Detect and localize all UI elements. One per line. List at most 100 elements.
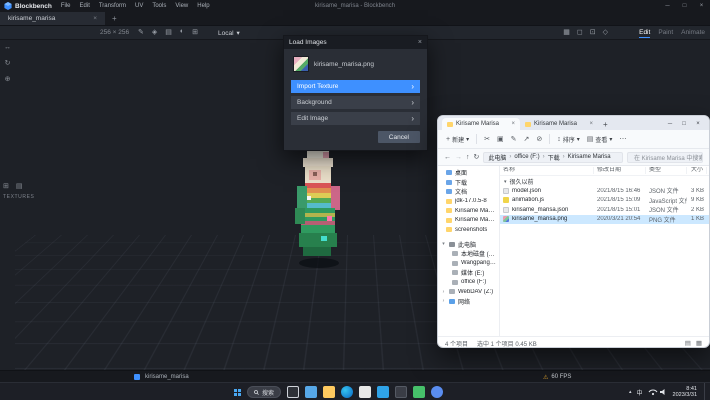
mode-tab-animate[interactable]: Animate [681,29,705,38]
column-type[interactable]: 类型 [646,167,687,174]
show-desktop-button[interactable] [704,383,706,400]
forward-icon[interactable]: → [455,154,462,161]
mode-tab-edit[interactable]: Edit [639,29,651,38]
import-texture-button[interactable]: Import Texture › [291,80,420,93]
project-tab[interactable]: kirisame_marisa × [0,12,105,25]
tab-close-icon[interactable]: × [93,15,97,22]
eraser-tool-icon[interactable]: ◐ [180,28,184,36]
tray-expand-icon[interactable]: ▴ [629,389,632,395]
menu-help[interactable]: Help [197,3,209,9]
file-row-kirisame-json[interactable]: kirisame_marisa.json 2021/8/15 15:01 JSO… [500,205,709,215]
more-icon[interactable]: ⋯ [619,135,626,143]
sidebar-item-drive-c[interactable]: 本地磁盘 (C:) [438,249,499,259]
file-row-animation-js[interactable]: animation.js 2021/8/15 15:09 JavaScript … [500,196,709,206]
dialog-close-icon[interactable]: × [418,39,422,46]
refresh-icon[interactable]: ↻ [474,153,480,161]
sidebar-item-jdk[interactable]: jdk-17.0.5-8 [438,197,499,207]
breadcrumb-current-folder[interactable]: Kirisame Marisa [568,154,611,160]
network-volume-icons[interactable] [648,388,668,396]
breadcrumb-downloads[interactable]: 下载 [548,153,560,162]
minimize-button[interactable]: ─ [659,0,676,12]
sort-button[interactable]: ↕ 排序 ▾ [557,135,580,144]
wireframe-toggle-icon[interactable]: ◻ [577,28,583,36]
sidebar-item-webdav[interactable]: › WebDAV (Z:) [438,287,499,297]
menu-file[interactable]: File [61,3,71,9]
fill-tool-icon[interactable]: ▤ [165,28,172,36]
transform-space-select[interactable]: Local ▾ [218,29,240,38]
file-explorer-icon[interactable] [323,386,336,398]
sidebar-item-drive-e[interactable]: 媒体 (E:) [438,268,499,278]
create-texture-icon[interactable]: ▤ [16,182,23,190]
explorer-tab-2[interactable]: Kirisame Marisa × [520,118,598,130]
chevron-right-icon[interactable]: › [441,289,446,295]
app-icon[interactable] [395,386,408,398]
maximize-button[interactable]: □ [677,118,691,129]
menu-edit[interactable]: Edit [80,3,90,9]
menu-tools[interactable]: Tools [152,3,166,9]
search-input[interactable]: 在 Kirisame Marisa 中搜索 [627,151,703,163]
view-button[interactable]: ▤ 查看 ▾ [587,135,613,144]
back-icon[interactable]: ← [444,154,451,161]
sidebar-item-drive-d[interactable]: Wangpang (D:) [438,259,499,269]
app-icon[interactable] [377,386,390,398]
dialog-header[interactable]: Load Images × [284,36,427,49]
mode-tab-paint[interactable]: Paint [658,29,673,38]
app-icon[interactable] [359,386,372,398]
task-view-icon[interactable] [287,386,300,398]
sidebar-item-drive-f[interactable]: office (F:) [438,278,499,288]
share-icon[interactable]: ↗ [524,135,530,143]
brush-tool-icon[interactable]: ◈ [152,28,157,36]
tab-close-icon[interactable]: × [511,121,515,127]
chevron-right-icon[interactable]: › [441,298,446,304]
tab-close-icon[interactable]: × [589,121,593,127]
menu-uv[interactable]: UV [135,3,143,9]
sidebar-item-documents[interactable]: 文档 [438,187,499,197]
widgets-icon[interactable] [305,386,318,398]
app-icon[interactable] [413,386,426,398]
color-picker-tool-icon[interactable]: ⊞ [192,28,198,36]
background-button[interactable]: Background › [291,96,420,109]
ime-indicator[interactable]: 中 [637,388,643,397]
pivot-tool-icon[interactable]: ⊕ [5,75,11,83]
new-tab-button[interactable]: + [105,12,124,25]
cancel-button[interactable]: Cancel [377,131,420,143]
explorer-tab-1[interactable]: Kirisame Marisa × [442,118,520,130]
move-tool-icon[interactable]: ↔ [4,44,11,51]
import-texture-icon[interactable]: ⊞ [3,182,9,190]
breadcrumb-drive[interactable]: office (F:) [514,154,539,160]
sidebar-item-screenshots[interactable]: screenshots [438,225,499,235]
taskbar-search[interactable]: 搜索 [247,386,282,398]
start-button[interactable] [234,388,241,396]
delete-icon[interactable]: ⊘ [536,135,542,143]
sidebar-item-desktop[interactable]: 桌面 [438,168,499,178]
rotate-tool-icon[interactable]: ↻ [5,59,11,67]
menu-view[interactable]: View [175,3,188,9]
file-row-kirisame-png[interactable]: kirisame_marisa.png 2020/3/21 20:54 PNG … [500,214,709,224]
caret-down-icon[interactable]: ▾ [441,241,446,247]
close-button[interactable]: × [691,118,705,129]
edge-browser-icon[interactable] [341,386,354,398]
sidebar-item-kirisame-1[interactable]: Kirisame Marisa [438,206,499,216]
sidebar-item-this-pc[interactable]: ▾ 此电脑 [438,240,499,250]
close-button[interactable]: × [693,0,710,12]
group-header[interactable]: ▾ 很久以前 [500,177,709,187]
breadcrumb[interactable]: 此电脑 › office (F:) › 下载 › Kirisame Marisa [483,151,623,163]
minimize-button[interactable]: ─ [663,118,677,129]
grid-view-toggle-icon[interactable]: ▦ [696,339,702,347]
menu-transform[interactable]: Transform [99,3,126,9]
file-row-model-json[interactable]: model.json 2021/8/15 16:46 JSON 文件 3 KB [500,186,709,196]
sidebar-item-downloads[interactable]: 下载 [438,178,499,188]
column-size[interactable]: 大小 [687,167,707,174]
file-list-empty-area[interactable] [500,224,709,336]
sidebar-item-network[interactable]: › 网络 [438,297,499,307]
maximize-button[interactable]: □ [676,0,693,12]
explorer-new-tab-button[interactable]: + [598,120,613,129]
screenshot-icon[interactable]: ⊡ [590,28,596,36]
list-view-toggle-icon[interactable]: ▤ [685,339,691,347]
pencil-tool-icon[interactable]: ✎ [138,28,144,36]
voxel-model-kirisame-marisa[interactable] [293,146,345,275]
rename-icon[interactable]: ✎ [511,135,517,143]
sidebar-item-kirisame-2[interactable]: Kirisame Marisa [438,216,499,226]
app-icon[interactable] [431,386,444,398]
edit-image-button[interactable]: Edit Image › [291,112,420,125]
